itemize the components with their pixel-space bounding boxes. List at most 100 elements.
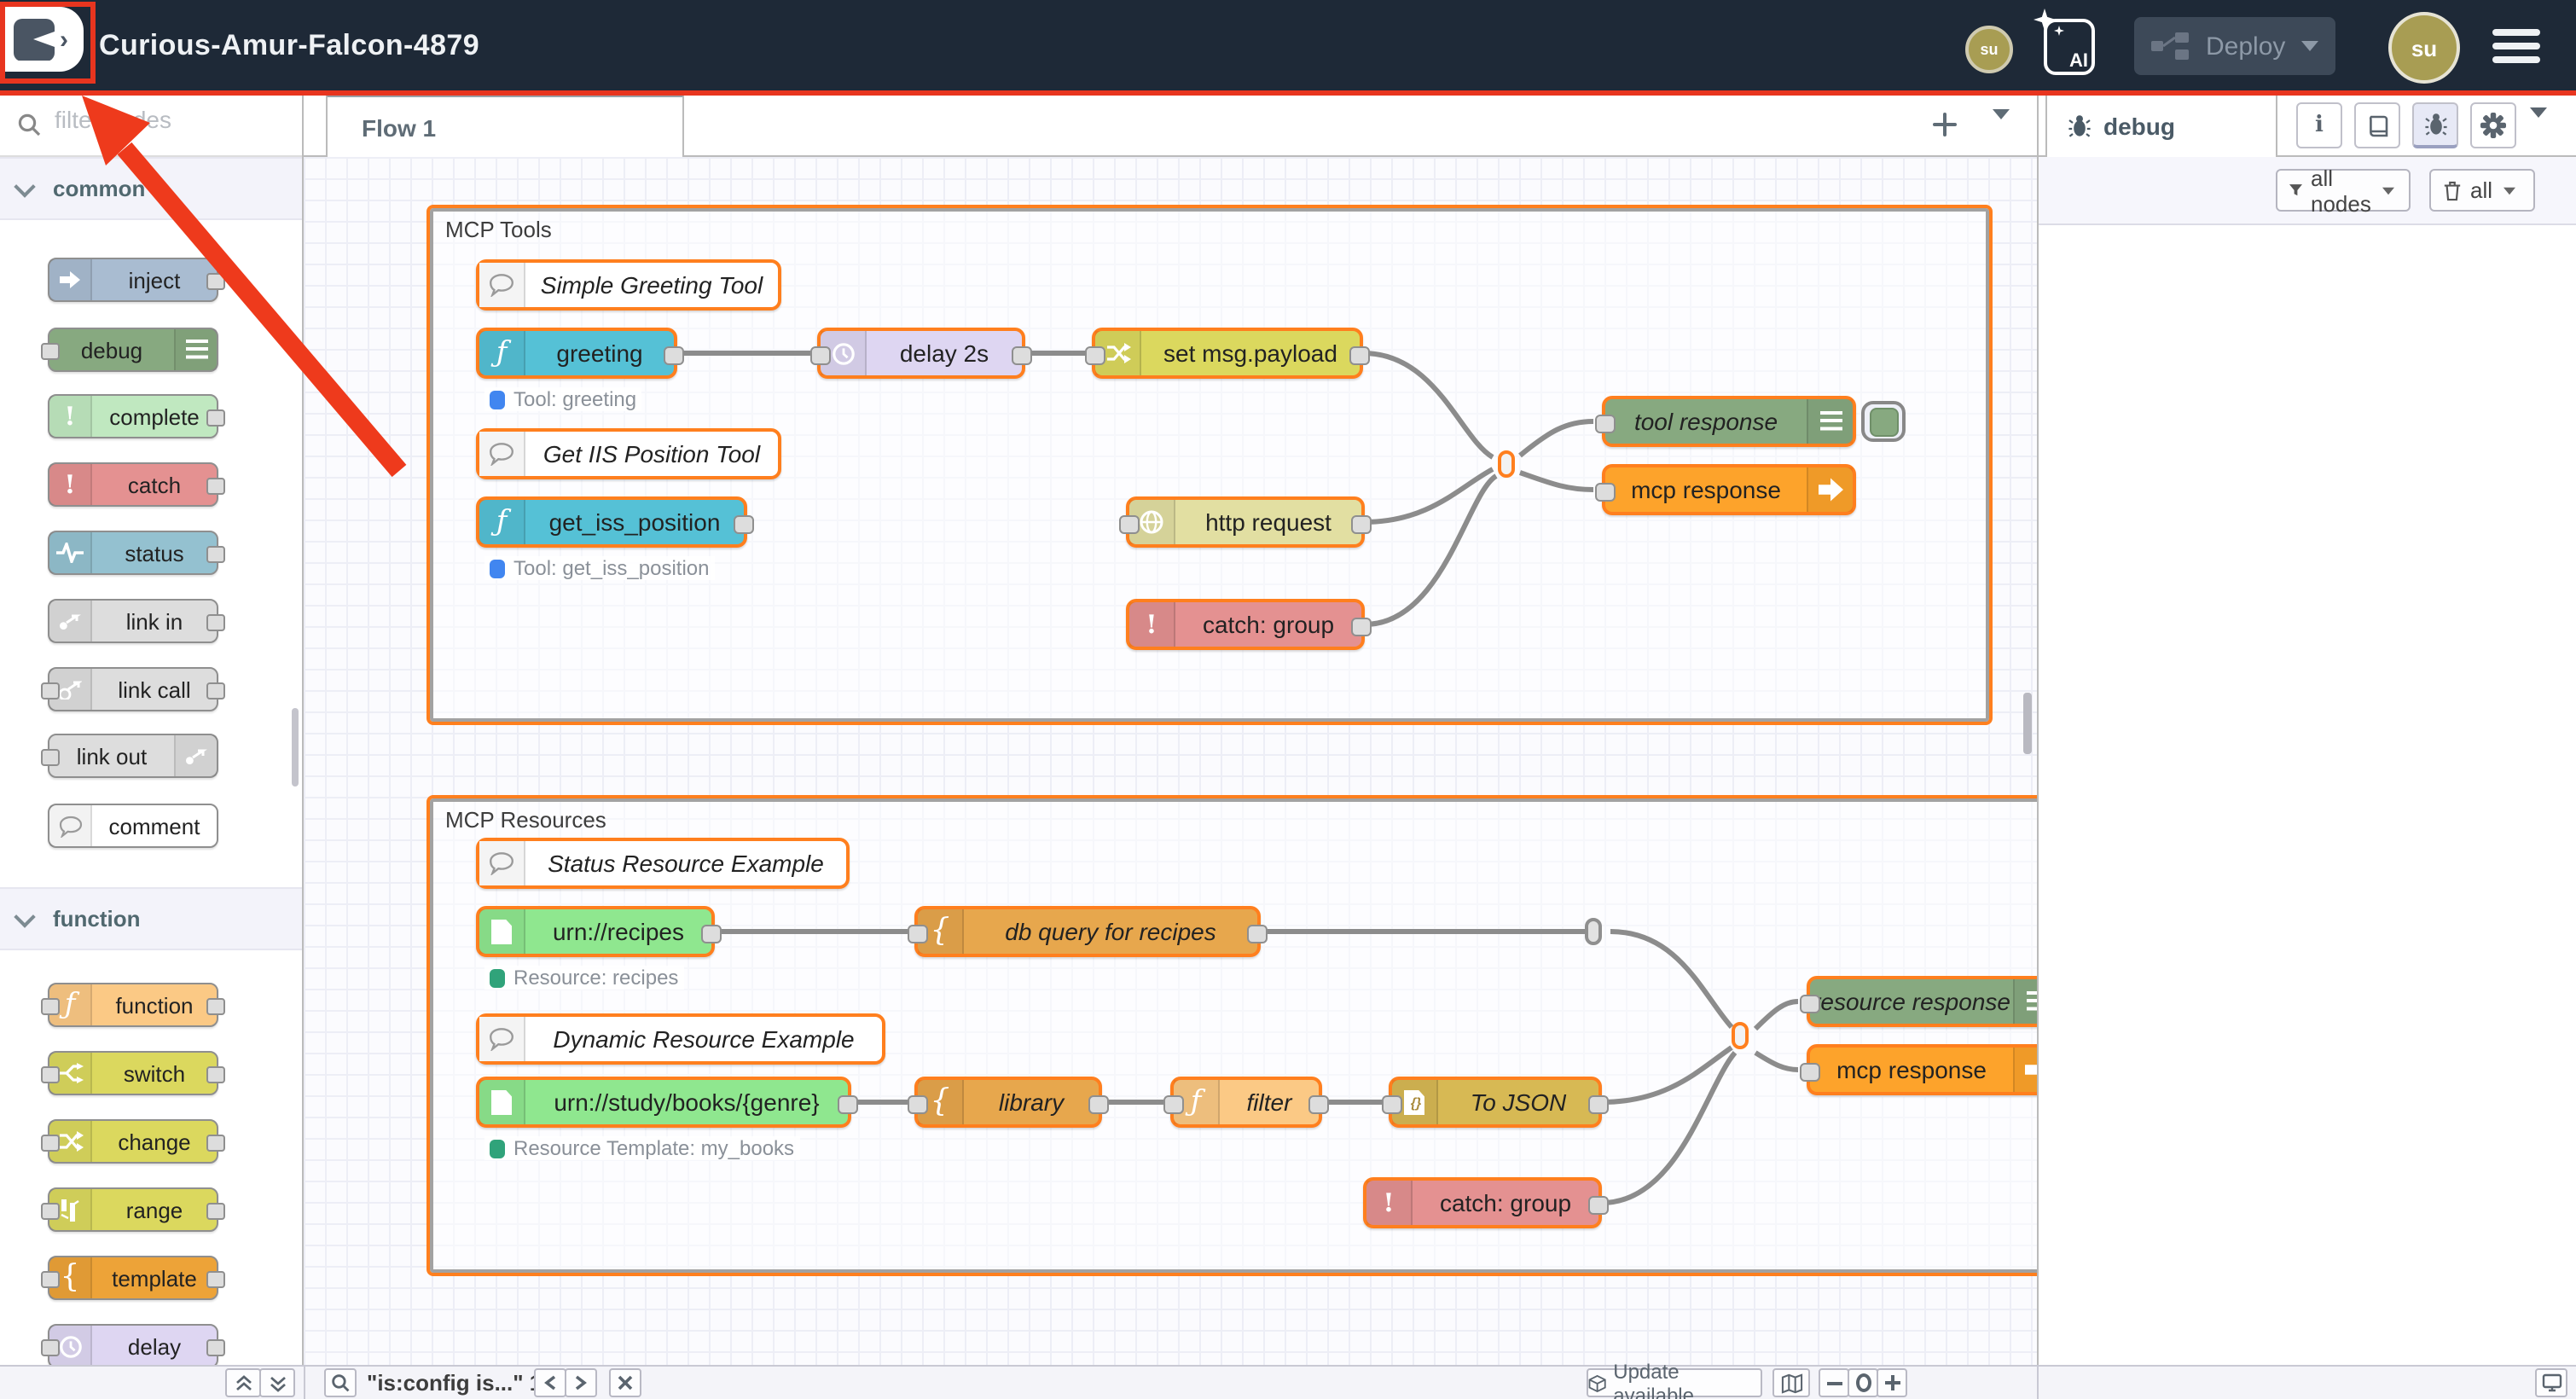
node-resource-response[interactable]: resource response — [1807, 976, 2037, 1027]
flow-canvas[interactable]: MCP Tools MCP Resources — [304, 157, 2037, 1365]
zoom-in-button[interactable] — [1877, 1368, 1907, 1397]
node-tool-response[interactable]: tool response — [1602, 396, 1856, 447]
node-library[interactable]: { library — [914, 1077, 1102, 1128]
minimap-button[interactable] — [1772, 1368, 1810, 1397]
output-port[interactable] — [1588, 1196, 1609, 1215]
search-prev-button[interactable] — [534, 1368, 566, 1397]
main-menu-button[interactable] — [2492, 29, 2540, 63]
palette-node-status[interactable]: status — [48, 531, 218, 575]
palette-category-common[interactable]: common — [0, 157, 304, 220]
output-port[interactable] — [206, 478, 225, 495]
node-get-iss-position[interactable]: ƒ get_iss_position — [476, 496, 747, 548]
node-urn-study-books[interactable]: urn://study/books/{genre} — [476, 1077, 851, 1128]
input-port[interactable] — [41, 1339, 60, 1356]
output-port[interactable] — [206, 1066, 225, 1083]
output-port[interactable] — [1588, 1095, 1609, 1114]
node-greeting[interactable]: ƒ greeting — [476, 328, 677, 379]
palette-node-debug[interactable]: debug — [48, 328, 218, 372]
palette-expand-all-button[interactable] — [259, 1368, 295, 1397]
palette-node-complete[interactable]: ! complete — [48, 394, 218, 438]
update-available-button[interactable]: Update available — [1587, 1368, 1762, 1397]
output-port[interactable] — [838, 1095, 858, 1114]
palette-node-function[interactable]: ƒ function — [48, 983, 218, 1027]
input-port[interactable] — [41, 1203, 60, 1220]
output-port[interactable] — [1351, 515, 1372, 534]
palette-node-link-out[interactable]: link out — [48, 734, 218, 778]
input-port[interactable] — [1382, 1095, 1402, 1114]
node-mcp-response-tools[interactable]: mcp response — [1602, 464, 1856, 515]
palette-node-link-call[interactable]: link call — [48, 667, 218, 711]
input-port[interactable] — [810, 346, 831, 365]
output-port[interactable] — [1308, 1095, 1329, 1114]
palette-search[interactable] — [0, 94, 304, 157]
palette-node-comment[interactable]: comment — [48, 804, 218, 848]
output-port[interactable] — [206, 409, 225, 427]
clear-debug-button[interactable]: all — [2429, 169, 2535, 212]
output-port[interactable] — [206, 1339, 225, 1356]
zoom-reset-button[interactable] — [1848, 1368, 1878, 1397]
palette-node-range[interactable]: range — [48, 1187, 218, 1232]
help-book-button[interactable] — [2354, 102, 2400, 148]
node-http-request[interactable]: http request — [1126, 496, 1365, 548]
input-port[interactable] — [41, 1271, 60, 1288]
output-port[interactable] — [206, 1203, 225, 1220]
output-port[interactable] — [206, 1135, 225, 1152]
user-avatar[interactable]: su — [2388, 12, 2460, 84]
output-port[interactable] — [206, 614, 225, 631]
deploy-button[interactable]: Deploy — [2134, 17, 2335, 75]
filter-nodes-button[interactable]: all nodes — [2276, 169, 2411, 212]
input-port[interactable] — [1119, 515, 1140, 534]
palette-node-delay[interactable]: delay — [48, 1324, 218, 1365]
palette-scrollbar[interactable] — [292, 708, 299, 787]
open-in-window-button[interactable] — [2535, 1368, 2567, 1397]
debug-messages-area[interactable] — [2039, 225, 2576, 1365]
palette-node-switch[interactable]: switch — [48, 1051, 218, 1095]
node-catch-group-resources[interactable]: ! catch: group — [1363, 1177, 1602, 1228]
deploy-caret-icon[interactable] — [2301, 41, 2318, 51]
input-port[interactable] — [908, 925, 928, 943]
output-port[interactable] — [701, 925, 722, 943]
output-port[interactable] — [1012, 346, 1032, 365]
mini-user-badge[interactable]: su — [1965, 26, 2013, 73]
tab-flow-1[interactable]: Flow 1 — [326, 94, 684, 157]
output-port[interactable] — [1351, 618, 1372, 636]
canvas-scrollbar[interactable] — [2023, 693, 2032, 754]
flow-list-caret[interactable] — [1993, 119, 2010, 150]
tab-debug[interactable]: debug — [2045, 94, 2277, 157]
debug-enable-toggle[interactable] — [1861, 401, 1906, 442]
output-port[interactable] — [1247, 925, 1268, 943]
ai-assistant-button[interactable]: AI — [2044, 19, 2095, 75]
output-port[interactable] — [206, 546, 225, 563]
add-flow-button[interactable] — [1928, 107, 1962, 142]
input-port[interactable] — [41, 682, 60, 700]
palette-node-link-in[interactable]: link in — [48, 599, 218, 643]
output-port[interactable] — [206, 273, 225, 290]
node-delay-2s[interactable]: delay 2s — [817, 328, 1025, 379]
node-comment-status-resource[interactable]: Status Resource Example — [476, 838, 850, 889]
palette-collapse-all-button[interactable] — [225, 1368, 261, 1397]
input-port[interactable] — [1595, 415, 1616, 433]
node-comment-simple-greeting[interactable]: Simple Greeting Tool — [476, 259, 781, 311]
palette-category-function[interactable]: function — [0, 887, 304, 950]
zoom-out-button[interactable] — [1819, 1368, 1849, 1397]
palette-node-template[interactable]: { template — [48, 1256, 218, 1300]
palette-node-inject[interactable]: inject — [48, 258, 218, 302]
node-db-query[interactable]: { db query for recipes — [914, 906, 1261, 957]
input-port[interactable] — [1595, 483, 1616, 502]
output-port[interactable] — [664, 346, 684, 365]
input-port[interactable] — [41, 1135, 60, 1152]
node-to-json[interactable]: {} To JSON — [1389, 1077, 1602, 1128]
wire-junction-gray[interactable] — [1585, 918, 1602, 945]
input-port[interactable] — [41, 749, 60, 766]
input-port[interactable] — [908, 1095, 928, 1114]
sidebar-caret[interactable] — [2530, 118, 2547, 148]
input-port[interactable] — [1800, 1063, 1820, 1082]
node-set-msg-payload[interactable]: set msg.payload — [1092, 328, 1363, 379]
palette-node-catch[interactable]: ! catch — [48, 462, 218, 507]
wire-junction[interactable] — [1732, 1022, 1749, 1049]
wire-junction[interactable] — [1498, 450, 1515, 478]
node-comment-dynamic-resource[interactable]: Dynamic Resource Example — [476, 1013, 885, 1065]
input-port[interactable] — [41, 1066, 60, 1083]
output-port[interactable] — [206, 1271, 225, 1288]
debug-tab-button[interactable] — [2412, 102, 2458, 148]
